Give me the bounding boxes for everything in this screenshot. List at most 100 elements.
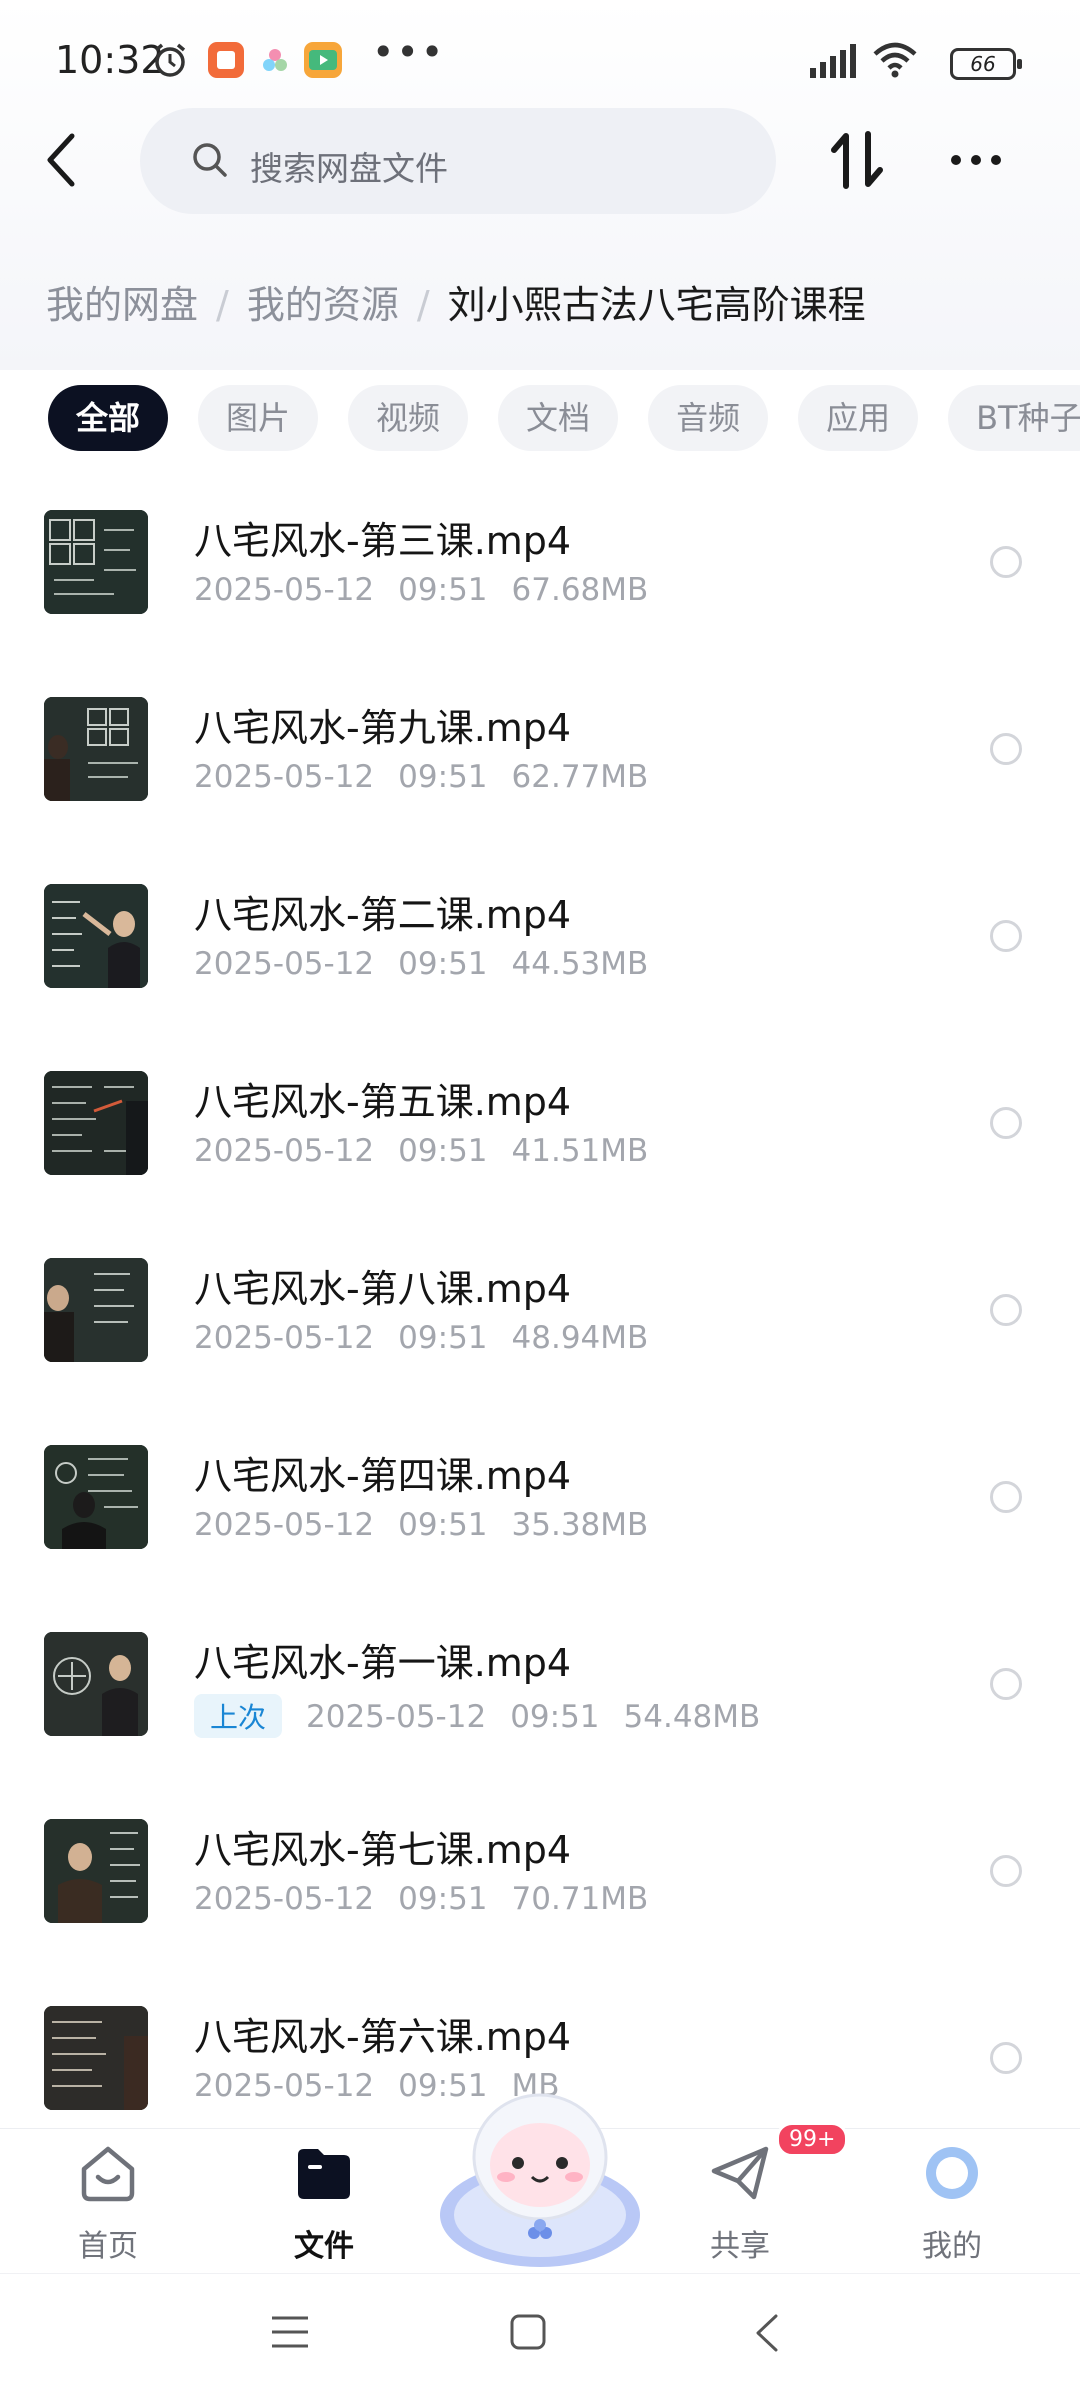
nav-mine[interactable]: 我的 bbox=[882, 2141, 1022, 2264]
file-date: 2025-05-12 bbox=[306, 1699, 487, 1735]
select-checkbox[interactable] bbox=[990, 920, 1022, 952]
tab-documents[interactable]: 文档 bbox=[498, 385, 619, 451]
breadcrumb-separator: / bbox=[216, 283, 229, 327]
file-time: 09:51 bbox=[398, 1133, 488, 1169]
file-meta: 2025-05-12 09:51 41.51MB bbox=[194, 1133, 672, 1169]
file-meta: 2025-05-12 09:51 48.94MB bbox=[194, 1320, 672, 1356]
file-meta: 2025-05-12 09:51 70.71MB bbox=[194, 1881, 672, 1917]
file-size: 48.94MB bbox=[511, 1320, 649, 1356]
list-item[interactable]: 八宅风水-第八课.mp4 2025-05-12 09:51 48.94MB bbox=[0, 1228, 1080, 1415]
battery-indicator: 66 bbox=[950, 48, 1022, 80]
file-name: 八宅风水-第八课.mp4 bbox=[194, 1267, 572, 1311]
ai-assistant-mascot-icon[interactable] bbox=[430, 2065, 650, 2275]
breadcrumb-current: 刘小熙古法八宅高阶课程 bbox=[447, 283, 866, 327]
file-date: 2025-05-12 bbox=[194, 2068, 375, 2104]
file-time: 09:51 bbox=[398, 946, 488, 982]
select-checkbox[interactable] bbox=[990, 1294, 1022, 1326]
file-date: 2025-05-12 bbox=[194, 1320, 375, 1356]
file-meta: 上次 2025-05-12 09:51 54.48MB bbox=[194, 1694, 784, 1738]
tab-audio[interactable]: 音频 bbox=[648, 385, 769, 451]
more-icon[interactable] bbox=[948, 148, 1004, 172]
file-size: 70.71MB bbox=[511, 1881, 649, 1917]
file-name: 八宅风水-第五课.mp4 bbox=[194, 1080, 572, 1124]
list-item[interactable]: 八宅风水-第二课.mp4 2025-05-12 09:51 44.53MB bbox=[0, 854, 1080, 1041]
list-item[interactable]: 八宅风水-第七课.mp4 2025-05-12 09:51 70.71MB bbox=[0, 1789, 1080, 1976]
file-name: 八宅风水-第四课.mp4 bbox=[194, 1454, 572, 1498]
file-size: 62.77MB bbox=[511, 759, 649, 795]
file-size: 44.53MB bbox=[511, 946, 649, 982]
search-input[interactable]: 搜索网盘文件 bbox=[140, 108, 776, 214]
folder-icon bbox=[298, 2149, 350, 2199]
file-size: 54.48MB bbox=[623, 1699, 761, 1735]
video-thumbnail bbox=[44, 2006, 148, 2110]
select-checkbox[interactable] bbox=[990, 2042, 1022, 2074]
breadcrumb-item-my-drive[interactable]: 我的网盘 bbox=[46, 283, 198, 327]
recent-apps-icon[interactable] bbox=[270, 2314, 310, 2350]
status-time: 10:32 bbox=[55, 38, 165, 82]
nav-home[interactable]: 首页 bbox=[38, 2141, 178, 2264]
status-bar: 10:32 ••• 66 bbox=[0, 0, 1080, 120]
file-meta: 2025-05-12 09:51 35.38MB bbox=[194, 1507, 672, 1543]
file-time: 09:51 bbox=[398, 759, 488, 795]
list-item[interactable]: 八宅风水-第九课.mp4 2025-05-12 09:51 62.77MB bbox=[0, 667, 1080, 854]
video-thumbnail bbox=[44, 1258, 148, 1362]
video-thumbnail bbox=[44, 1071, 148, 1175]
file-name: 八宅风水-第一课.mp4 bbox=[194, 1641, 572, 1685]
select-checkbox[interactable] bbox=[990, 733, 1022, 765]
breadcrumb-separator: / bbox=[416, 283, 430, 327]
file-name: 八宅风水-第二课.mp4 bbox=[194, 893, 572, 937]
share-notification-badge: 99+ bbox=[776, 2122, 849, 2157]
file-date: 2025-05-12 bbox=[194, 572, 375, 608]
file-name: 八宅风水-第九课.mp4 bbox=[194, 706, 572, 750]
app-icon-flower bbox=[263, 49, 287, 71]
app-icon-orange bbox=[208, 42, 244, 78]
tab-apps[interactable]: 应用 bbox=[798, 385, 919, 451]
nav-files[interactable]: 文件 bbox=[254, 2141, 394, 2264]
video-thumbnail bbox=[44, 510, 148, 614]
tab-bt-torrents[interactable]: BT种子 bbox=[948, 385, 1080, 451]
tab-images[interactable]: 图片 bbox=[198, 385, 319, 451]
file-date: 2025-05-12 bbox=[194, 1507, 375, 1543]
search-icon bbox=[193, 143, 227, 177]
video-thumbnail bbox=[44, 884, 148, 988]
file-name: 八宅风水-第六课.mp4 bbox=[194, 2015, 572, 2059]
tab-videos[interactable]: 视频 bbox=[348, 385, 469, 451]
list-item[interactable]: 八宅风水-第五课.mp4 2025-05-12 09:51 41.51MB bbox=[0, 1041, 1080, 1228]
back-arrow-icon[interactable] bbox=[40, 128, 84, 192]
tab-all[interactable]: 全部 bbox=[48, 385, 169, 451]
file-name: 八宅风水-第三课.mp4 bbox=[194, 519, 572, 563]
file-meta: 2025-05-12 09:51 67.68MB bbox=[194, 572, 672, 608]
file-time: 09:51 bbox=[398, 1881, 488, 1917]
file-meta: 2025-05-12 09:51 62.77MB bbox=[194, 759, 672, 795]
system-back-icon[interactable] bbox=[754, 2312, 780, 2354]
select-checkbox[interactable] bbox=[990, 1855, 1022, 1887]
home-button-icon[interactable] bbox=[508, 2312, 548, 2352]
video-thumbnail bbox=[44, 1819, 148, 1923]
file-date: 2025-05-12 bbox=[194, 759, 375, 795]
select-checkbox[interactable] bbox=[990, 1668, 1022, 1700]
nav-share-label: 共享 bbox=[710, 2229, 770, 2264]
select-checkbox[interactable] bbox=[990, 1107, 1022, 1139]
wifi-icon bbox=[873, 42, 917, 78]
select-checkbox[interactable] bbox=[990, 1481, 1022, 1513]
nav-files-label: 文件 bbox=[294, 2229, 354, 2264]
file-time: 09:51 bbox=[398, 1320, 488, 1356]
file-size: 67.68MB bbox=[511, 572, 649, 608]
file-date: 2025-05-12 bbox=[194, 1133, 375, 1169]
list-item[interactable]: 八宅风水-第三课.mp4 2025-05-12 09:51 67.68MB bbox=[0, 480, 1080, 667]
file-size: 35.38MB bbox=[511, 1507, 649, 1543]
file-date: 2025-05-12 bbox=[194, 946, 375, 982]
breadcrumb-item-my-resources[interactable]: 我的资源 bbox=[247, 283, 399, 327]
last-played-badge: 上次 bbox=[194, 1694, 283, 1738]
file-meta: 2025-05-12 09:51 44.53MB bbox=[194, 946, 672, 982]
list-item[interactable]: 八宅风水-第一课.mp4 上次 2025-05-12 09:51 54.48MB bbox=[0, 1602, 1080, 1789]
home-icon bbox=[81, 2146, 135, 2202]
file-list: 八宅风水-第三课.mp4 2025-05-12 09:51 67.68MB 八宅风水… bbox=[0, 480, 1080, 2163]
file-time: 09:51 bbox=[398, 572, 488, 608]
select-checkbox[interactable] bbox=[990, 546, 1022, 578]
nav-home-label: 首页 bbox=[78, 2229, 138, 2264]
video-thumbnail bbox=[44, 1632, 148, 1736]
list-item[interactable]: 八宅风水-第四课.mp4 2025-05-12 09:51 35.38MB bbox=[0, 1415, 1080, 1602]
app-icon-video bbox=[304, 42, 342, 78]
sort-icon[interactable] bbox=[828, 128, 886, 192]
